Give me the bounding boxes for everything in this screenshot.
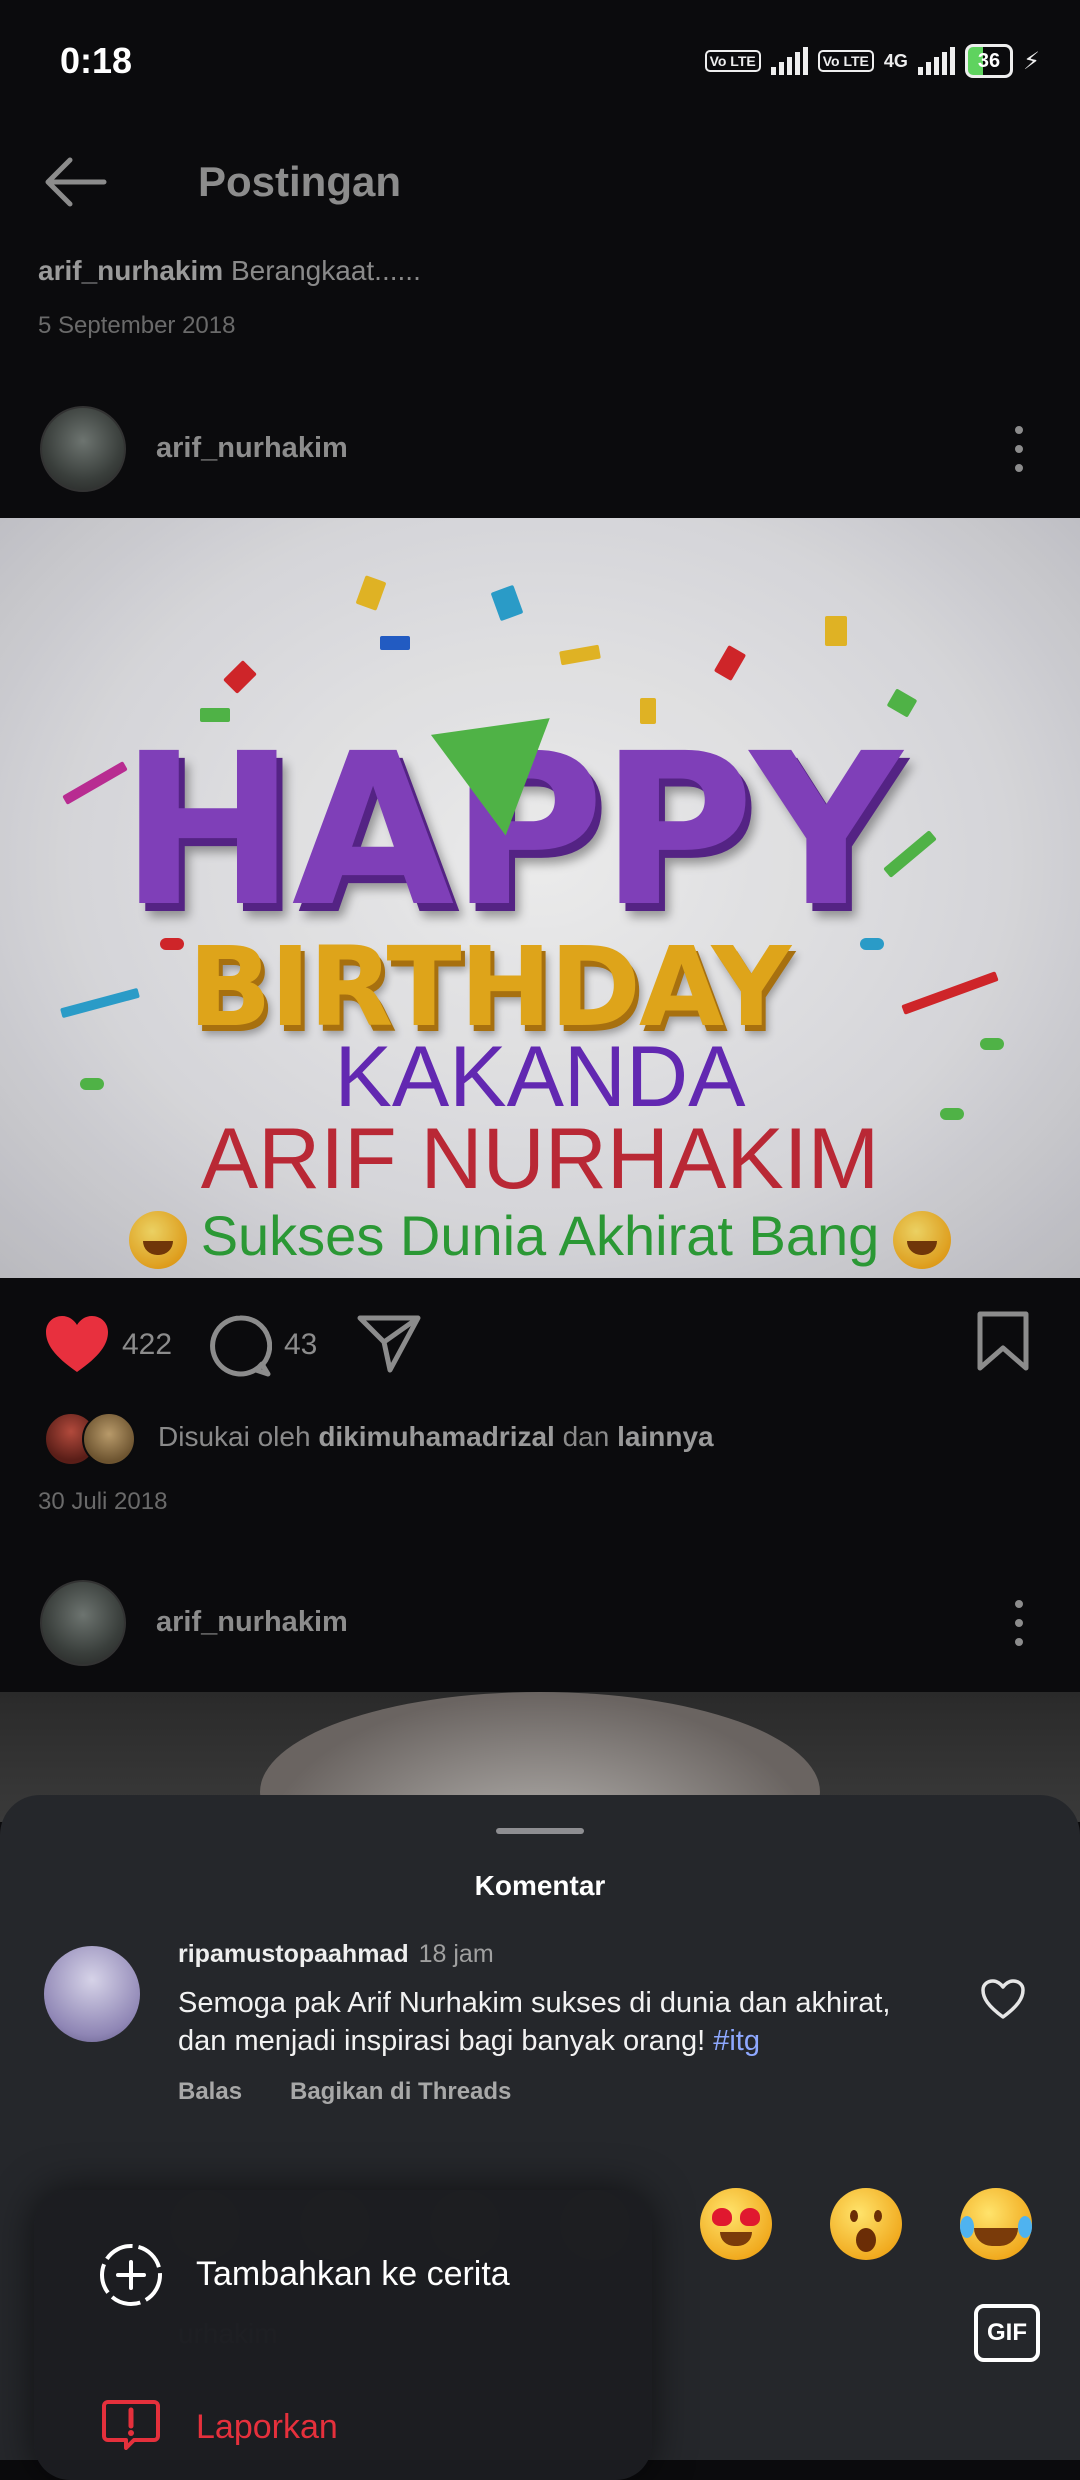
status-time: 0:18	[60, 40, 133, 81]
image-text-name: ARIF NURHAKIM	[200, 1111, 880, 1207]
signal-icon	[770, 47, 808, 75]
liked-by-prefix: Disukai oleh	[158, 1421, 311, 1452]
report-icon[interactable]	[100, 2398, 162, 2450]
commenter-avatar[interactable]	[44, 1946, 140, 2042]
party-hat	[430, 718, 566, 844]
share-threads-button[interactable]: Bagikan di Threads	[290, 2078, 511, 2106]
liked-by-text: Disukai oleh dikimuhamadrizal dan lainny…	[158, 1421, 714, 1453]
bookmark-icon[interactable]	[976, 1310, 1030, 1372]
comment-like-icon[interactable]	[980, 1978, 1026, 2020]
caption-username[interactable]: arif_nurhakim	[38, 255, 223, 286]
comment-header: ripamustopaahmad 18 jam	[178, 1940, 494, 1969]
report-label[interactable]: Laporkan	[196, 2408, 338, 2447]
comment-hashtag[interactable]: #itg	[713, 2025, 760, 2057]
comment-body: Semoga pak Arif Nurhakim sukses di dunia…	[178, 1987, 891, 2057]
battery-icon: 36	[964, 44, 1014, 78]
post-avatar[interactable]	[40, 406, 126, 492]
next-post-more-icon[interactable]	[1014, 1600, 1024, 1646]
signal-icon-2	[917, 47, 955, 75]
post-username[interactable]: arif_nurhakim	[156, 432, 348, 465]
comment-time: 18 jam	[418, 1940, 494, 1968]
commenter-username[interactable]: ripamustopaahmad	[178, 1940, 409, 1968]
liked-by-avatars[interactable]	[44, 1412, 140, 1466]
grinning-face-icon	[893, 1211, 952, 1270]
next-post-username[interactable]: arif_nurhakim	[156, 1606, 348, 1639]
liked-by-and: dan	[562, 1421, 610, 1452]
next-post-avatar[interactable]	[40, 1580, 126, 1666]
prev-post-caption: arif_nurhakim Berangkaat......	[38, 255, 421, 287]
charging-icon: ⚡	[1023, 47, 1040, 75]
sheet-drag-handle[interactable]	[496, 1828, 584, 1834]
image-text-wish: Sukses Dunia Akhirat Bang	[0, 1203, 1080, 1270]
caption-text: Berangkaat......	[230, 255, 421, 286]
volte-icon: Vo LTE	[704, 50, 761, 72]
likes-count[interactable]: 422	[122, 1328, 172, 1362]
post-date: 30 Juli 2018	[38, 1488, 168, 1515]
image-text-wish-label: Sukses Dunia Akhirat Bang	[200, 1204, 880, 1267]
status-icons: Vo LTE Vo LTE 4G 36 ⚡	[704, 44, 1040, 78]
gif-button[interactable]: GIF	[974, 2304, 1040, 2362]
surprised-emoji-icon[interactable]	[830, 2188, 902, 2260]
joy-emoji-icon[interactable]	[960, 2188, 1032, 2260]
like-heart-icon[interactable]	[44, 1314, 110, 1374]
share-icon[interactable]	[356, 1312, 422, 1374]
network-type: 4G	[883, 50, 908, 71]
comment-text: Semoga pak Arif Nurhakim sukses di dunia…	[178, 1984, 938, 2060]
liked-by-others[interactable]: lainnya	[617, 1421, 713, 1452]
comments-count[interactable]: 43	[284, 1328, 317, 1362]
page-title: Postingan	[198, 158, 402, 205]
more-options-icon[interactable]	[1014, 426, 1024, 472]
add-story-label[interactable]: Tambahkan ke cerita	[196, 2255, 510, 2294]
volte-icon-2: Vo LTE	[817, 50, 874, 72]
reply-button[interactable]: Balas	[178, 2078, 242, 2106]
liked-by-user[interactable]: dikimuhamadrizal	[318, 1421, 555, 1452]
sheet-title: Komentar	[474, 1870, 606, 1901]
add-story-icon[interactable]	[98, 2242, 164, 2308]
comment-icon[interactable]	[208, 1314, 272, 1378]
post-image[interactable]: HAPPY BIRTHDAY KAKANDA ARIF NURHAKIM Suk…	[0, 518, 1080, 1278]
grinning-face-icon	[128, 1211, 187, 1270]
heart-eyes-emoji-icon[interactable]	[700, 2188, 772, 2260]
back-arrow-icon[interactable]	[44, 155, 108, 209]
prev-post-date: 5 September 2018	[38, 312, 236, 339]
